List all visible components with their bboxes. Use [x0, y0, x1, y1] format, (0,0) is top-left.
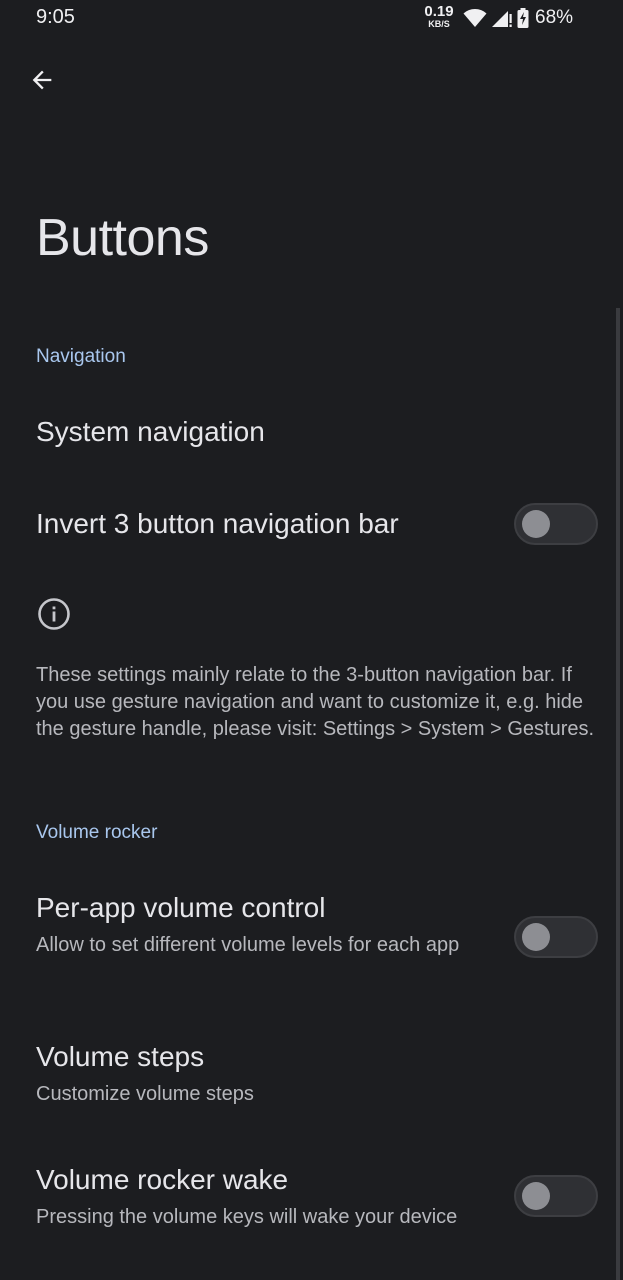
section-header-navigation: Navigation [36, 346, 126, 367]
arrow-back-icon [32, 70, 52, 90]
scrollbar[interactable] [616, 308, 620, 1280]
network-speed-unit: KB/S [428, 19, 450, 29]
toggle-knob [522, 510, 550, 538]
volume-steps-title: Volume steps [36, 1041, 205, 1072]
status-bar: 9:05 0.19 KB/S 68% [0, 0, 623, 40]
volume-rocker-wake-toggle[interactable] [514, 1175, 598, 1217]
toggle-knob [522, 1182, 550, 1210]
wifi-icon [463, 9, 487, 27]
back-button[interactable] [20, 58, 64, 102]
settings-screen: 9:05 0.19 KB/S 68% Buttons Navigation Sy… [0, 0, 623, 1280]
volume-steps-summary: Customize volume steps [36, 1083, 254, 1105]
invert-navigation-bar-toggle[interactable] [514, 503, 598, 545]
per-app-volume-title: Per-app volume control [36, 892, 326, 923]
info-icon [38, 598, 70, 630]
battery-charging-icon [517, 8, 529, 28]
info-description: These settings mainly relate to the 3-bu… [36, 664, 595, 740]
invert-navigation-bar-item[interactable]: Invert 3 button navigation bar [36, 508, 399, 540]
per-app-volume-summary: Allow to set different volume levels for… [36, 934, 460, 956]
network-speed-value: 0.19 [424, 3, 454, 20]
battery-percent: 68% [535, 7, 574, 28]
status-time: 9:05 [36, 6, 75, 28]
cell-signal-icon [492, 11, 512, 27]
toggle-knob [522, 923, 550, 951]
page-title: Buttons [36, 209, 209, 267]
status-icons: 68% [463, 7, 574, 28]
section-header-volume-rocker: Volume rocker [36, 822, 158, 843]
volume-rocker-wake-summary: Pressing the volume keys will wake your … [36, 1206, 458, 1228]
system-navigation-item[interactable]: System navigation [36, 416, 265, 448]
per-app-volume-toggle[interactable] [514, 916, 598, 958]
network-speed: 0.19 KB/S [420, 4, 458, 29]
volume-rocker-wake-title: Volume rocker wake [36, 1164, 289, 1195]
